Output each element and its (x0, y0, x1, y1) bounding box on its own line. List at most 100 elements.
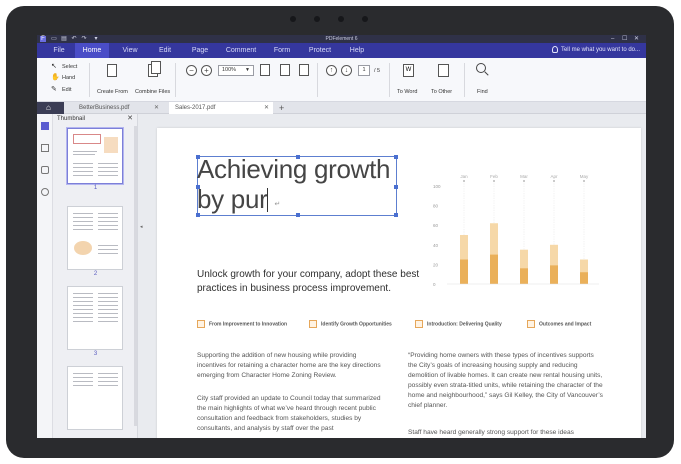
feature-label: Identify Growth Opportunities (321, 321, 392, 328)
document-viewport[interactable]: ◂ Achieving growth by pur ↵ Unlock growth (138, 114, 646, 438)
thumbnail-panel-icon[interactable] (41, 122, 49, 130)
menu-form[interactable]: Form (268, 43, 296, 58)
ribbon-toolbar: ↖ Select ✋ Hand ✎ Edit Create From Combi… (37, 58, 646, 102)
bar-dark (490, 254, 498, 284)
menu-page[interactable]: Page (185, 43, 215, 58)
feature-label: From Improvement to Innovation (209, 321, 288, 328)
to-other-button[interactable]: To Other (431, 89, 452, 95)
thumb-chart (104, 137, 118, 153)
page-thumbnail-2[interactable] (67, 206, 123, 270)
cursor-icon: ↖ (51, 63, 57, 70)
feature-icon (527, 320, 535, 328)
close-tab-icon[interactable]: ✕ (264, 102, 269, 114)
customize-icon[interactable]: ▾ (93, 36, 99, 42)
feature-item: From Improvement to Innovation (197, 320, 287, 328)
menu-bar: File Home View Edit Page Comment Form Pr… (37, 43, 646, 58)
title-bar: F ▭ ▤ ↶ ↷ ▾ PDFelement 6 – ☐ ✕ (37, 35, 646, 43)
x-tick-label: Mar (520, 174, 528, 179)
tablet-frame: F ▭ ▤ ↶ ↷ ▾ PDFelement 6 – ☐ ✕ File Home… (6, 6, 674, 458)
thumbnail-page-number: 2 (93, 271, 98, 277)
paragraph-mark-icon: ↵ (274, 201, 281, 208)
document-subheading: Unlock growth for your company, adopt th… (197, 269, 420, 294)
close-tab-icon[interactable]: ✕ (154, 102, 159, 114)
redo-icon[interactable]: ↷ (81, 36, 87, 42)
app-screen: F ▭ ▤ ↶ ↷ ▾ PDFelement 6 – ☐ ✕ File Home… (37, 35, 646, 438)
zoom-select[interactable]: 100% ▼ (218, 65, 254, 76)
thumbnail-panel: Thumbnail ✕ 1 2 3 (53, 114, 138, 438)
left-panel-strip (37, 114, 53, 438)
document-headline[interactable]: Achieving growth by pur ↵ (197, 154, 417, 220)
sensor-dot (338, 16, 344, 22)
menu-edit[interactable]: Edit (151, 43, 179, 58)
menu-help[interactable]: Help (343, 43, 371, 58)
edit-tool[interactable]: Edit (62, 87, 71, 93)
zoom-out-button[interactable]: − (186, 65, 197, 76)
fit-page-icon[interactable] (280, 64, 290, 76)
menu-view[interactable]: View (115, 43, 145, 58)
y-tick-label: 100 (433, 184, 441, 189)
new-tab-button[interactable]: + (279, 102, 284, 114)
feature-item: Outcomes and Impact (527, 320, 591, 328)
feature-item: Introduction: Delivering Quality (415, 320, 502, 328)
feature-label: Outcomes and Impact (539, 321, 592, 328)
combine-files-button[interactable]: Combine Files (135, 89, 170, 95)
page-thumbnail-4[interactable] (67, 366, 123, 430)
thumb-graphic (74, 241, 92, 255)
bookmark-panel-icon[interactable] (41, 144, 49, 152)
thumbnail-page-number: 1 (93, 185, 98, 191)
bar-dark (520, 268, 528, 284)
body-paragraph: City staff provided an update to Council… (197, 395, 381, 432)
minimize-button[interactable]: – (611, 35, 614, 43)
bar-dark (550, 265, 558, 284)
ribbon-separator (389, 63, 390, 97)
guide-dot (493, 180, 495, 182)
close-icon[interactable]: ✕ (127, 114, 133, 124)
tell-me-text: Tell me what you want to do... (560, 47, 640, 53)
guide-dot (463, 180, 465, 182)
undo-icon[interactable]: ↶ (71, 36, 77, 42)
home-tab[interactable]: ⌂ (37, 102, 64, 114)
guide-dot (583, 180, 585, 182)
tab-betterbusiness[interactable]: BetterBusiness.pdf ✕ (73, 102, 163, 114)
to-other-icon (438, 64, 449, 77)
select-tool[interactable]: Select (62, 64, 77, 70)
find-button[interactable]: Find (477, 89, 488, 95)
zoom-value: 100% (222, 67, 237, 73)
menu-file[interactable]: File (45, 43, 73, 58)
hand-tool[interactable]: Hand (62, 75, 75, 81)
feature-item: Identify Growth Opportunities (309, 320, 392, 328)
next-page-button[interactable]: ↓ (341, 65, 352, 76)
menu-protect[interactable]: Protect (303, 43, 337, 58)
comment-panel-icon[interactable] (41, 166, 49, 174)
chevron-down-icon: ▼ (245, 67, 250, 73)
app-title: PDFelement 6 (325, 36, 358, 42)
previous-page-button[interactable]: ↑ (326, 65, 337, 76)
tab-sales-2017[interactable]: Sales-2017.pdf ✕ (169, 102, 273, 114)
tell-me-search[interactable]: Tell me what you want to do... (551, 43, 640, 58)
menu-comment[interactable]: Comment (221, 43, 261, 58)
sensor-dot (290, 16, 296, 22)
create-from-button[interactable]: Create From (97, 89, 128, 95)
search-icon-handle (484, 71, 489, 76)
search-panel-icon[interactable] (41, 188, 49, 196)
zoom-in-button[interactable]: + (201, 65, 212, 76)
print-icon[interactable]: ▤ (61, 36, 67, 42)
document-tab-bar: ⌂ BetterBusiness.pdf ✕ Sales-2017.pdf ✕ … (37, 102, 646, 114)
y-tick-label: 80 (433, 204, 439, 209)
maximize-button[interactable]: ☐ (622, 35, 627, 43)
page-thumbnail-3[interactable] (67, 286, 123, 350)
collapse-panel-icon[interactable]: ◂ (140, 224, 143, 230)
close-button[interactable]: ✕ (634, 35, 639, 43)
y-tick-label: 0 (433, 282, 436, 287)
page-thumbnail-1[interactable] (67, 128, 123, 184)
fit-width-icon[interactable] (260, 64, 270, 76)
page-number-input[interactable]: 1 (358, 65, 370, 76)
menu-home[interactable]: Home (75, 43, 109, 58)
feature-icon (415, 320, 423, 328)
page-total: / 5 (374, 68, 381, 74)
rotate-page-icon[interactable] (299, 64, 309, 76)
to-word-button[interactable]: To Word (397, 89, 417, 95)
y-tick-label: 40 (433, 243, 439, 248)
save-icon[interactable]: ▭ (51, 36, 57, 42)
ribbon-separator (89, 63, 90, 97)
